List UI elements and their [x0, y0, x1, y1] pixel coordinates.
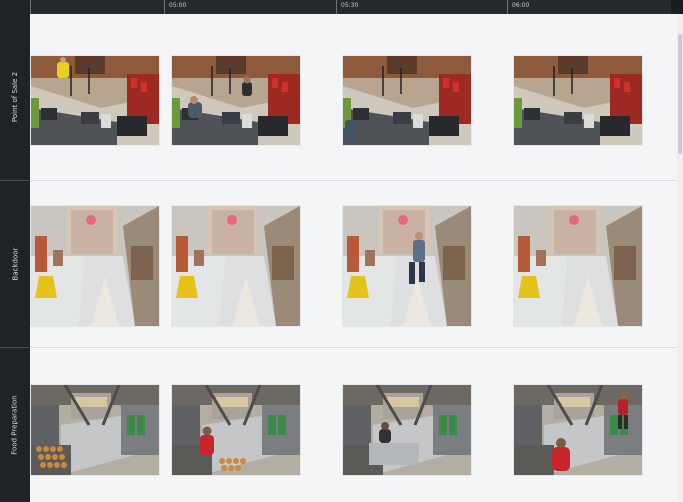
vertical-scrollbar[interactable] — [677, 14, 683, 502]
camera-frame-image — [31, 206, 159, 326]
timeline-end-cap — [671, 0, 683, 14]
camera-frame-image — [343, 206, 471, 326]
camera-thumbnail[interactable] — [514, 385, 642, 475]
camera-thumbnail[interactable] — [343, 56, 471, 145]
timeline-tick-label: 05:00 — [169, 2, 187, 9]
camera-frame-image — [514, 206, 642, 326]
lane-label-food-preparation[interactable]: Food Preparation — [0, 348, 30, 502]
lane-sidebar: Point of Sale 2 Backdoor Food Preparatio… — [0, 0, 30, 502]
camera-frame-image — [31, 385, 159, 475]
camera-thumbnail[interactable] — [343, 206, 471, 326]
timeline-tick[interactable]: 05:30 — [336, 0, 358, 14]
camera-thumbnail[interactable] — [172, 56, 300, 145]
camera-frame-image — [172, 385, 300, 475]
camera-frame-image — [172, 56, 300, 145]
timeline-tick-label: 05:30 — [341, 2, 359, 9]
lane-label-text: Food Preparation — [11, 395, 20, 455]
timeline-tick[interactable]: 05:00 — [164, 0, 186, 14]
camera-thumbnail[interactable] — [31, 385, 159, 475]
lane-label-point-of-sale[interactable]: Point of Sale 2 — [0, 14, 30, 180]
camera-thumbnail[interactable] — [514, 206, 642, 326]
timeline-tick[interactable] — [30, 0, 31, 14]
camera-thumbnail[interactable] — [31, 56, 159, 145]
timeline-tick-label: 06:00 — [512, 2, 530, 9]
camera-frame-image — [343, 56, 471, 145]
camera-frame-image — [172, 206, 300, 326]
camera-thumbnail[interactable] — [172, 385, 300, 475]
camera-frame-image — [343, 385, 471, 475]
lane-label-text: Point of Sale 2 — [11, 71, 19, 123]
timeline-bar[interactable]: 05:00 05:30 06:00 — [0, 0, 683, 14]
lane-label-text: Backdoor — [11, 247, 20, 281]
timeline-tick[interactable]: 06:00 — [507, 0, 529, 14]
scrollbar-thumb[interactable] — [678, 34, 682, 154]
camera-thumbnail[interactable] — [514, 56, 642, 145]
camera-thumbnail[interactable] — [343, 385, 471, 475]
camera-thumbnail[interactable] — [172, 206, 300, 326]
camera-frame-image — [514, 56, 642, 145]
lane-label-backdoor[interactable]: Backdoor — [0, 181, 30, 347]
camera-thumbnail[interactable] — [31, 206, 159, 326]
camera-frame-image — [514, 385, 642, 475]
camera-frame-image — [31, 56, 159, 145]
